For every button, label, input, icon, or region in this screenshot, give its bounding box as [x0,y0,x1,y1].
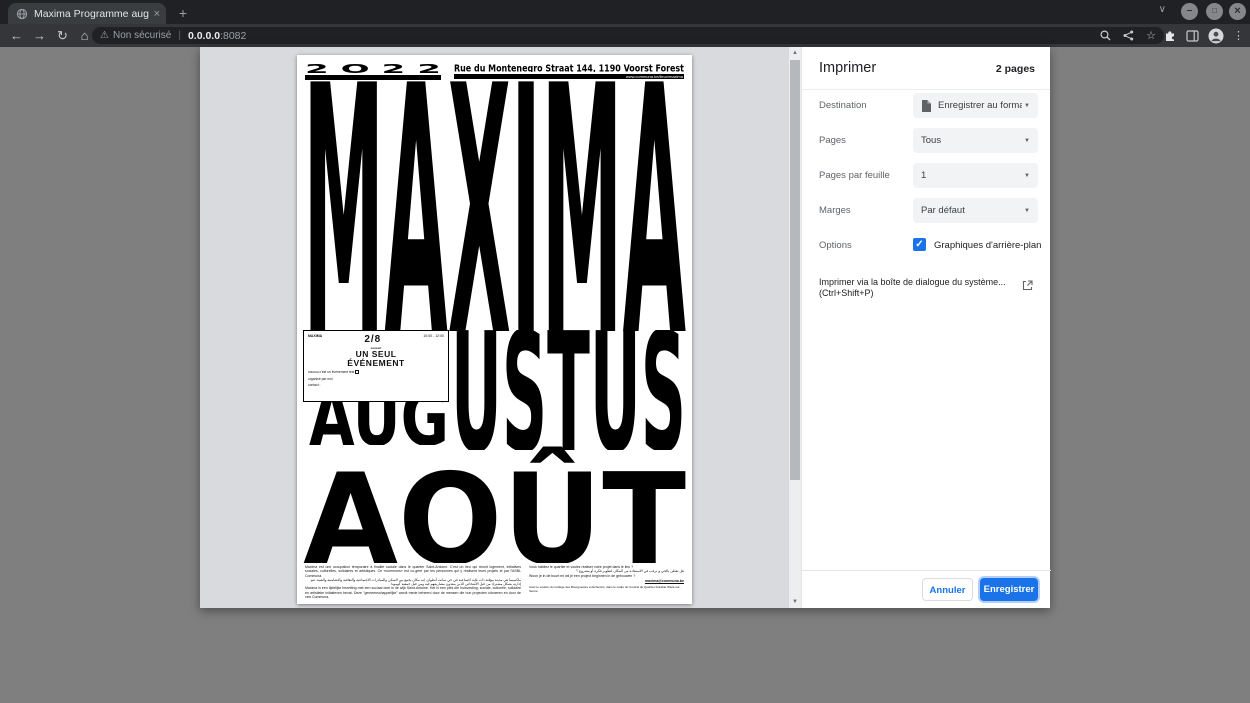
dialog-footer: Annuler Enregistrer [802,570,1051,608]
footer-ar: ماكسيما هي مدينة مؤقتة ذات غاية اجتماعية… [305,578,521,587]
destination-value: Enregistrer au format PDF [938,100,1022,111]
scrollbar-up-icon[interactable]: ▲ [789,50,801,56]
background-graphics-label: Graphiques d'arrière-plan [934,240,1041,251]
pages-dropdown[interactable]: Tous ▼ [913,128,1038,153]
print-preview-page: 2 O 2 2 Rue du Montenegro Straat 144, 11… [297,55,692,604]
svg-text:2 O 2 2: 2 O 2 2 [305,64,441,73]
window-maximize-button[interactable]: □ [1206,3,1223,20]
security-label: Non sécurisé [113,30,171,41]
share-icon[interactable] [1123,30,1134,41]
margins-label: Marges [819,205,851,216]
window-minimize-button[interactable]: – [1181,3,1198,20]
event-date: 2/8 [364,334,381,345]
save-button[interactable]: Enregistrer [980,578,1038,601]
address-bar[interactable]: ⚠ Non sécurisé | 0.0.0.0 :8082 ☆ [92,27,1164,44]
event-title-line2: ÉVÉNEMENT [308,359,444,368]
profile-avatar[interactable] [1208,28,1224,44]
pages-per-sheet-value: 1 [921,170,926,181]
new-tab-button[interactable]: + [174,4,192,22]
pages-per-sheet-dropdown[interactable]: 1 ▼ [913,163,1038,188]
extensions-puzzle-icon[interactable] [1164,29,1177,42]
system-print-dialog-link[interactable]: Imprimer via la boîte de dialogue du sys… [819,277,1019,299]
event-contact: contact : [308,383,444,387]
back-icon[interactable]: ← [8,27,25,44]
tab-search-chevron-icon[interactable]: ∨ [1159,4,1166,15]
destination-dropdown[interactable]: Enregistrer au format PDF ▼ [913,93,1038,118]
pages-caret-icon: ▼ [1024,138,1030,144]
poster-footer: Maxima est une occupation temporaire à f… [305,565,684,599]
print-dialog: 2 O 2 2 Rue du Montenegro Straat 144, 11… [200,47,1050,608]
footer-right-nl: Woon je in de buurt en wil je een projec… [529,574,684,578]
poster-word-ustus: USTUS [451,330,686,450]
home-icon[interactable]: ⌂ [76,27,93,44]
scrollbar-down-icon[interactable]: ▼ [789,599,801,605]
tab-close-icon[interactable]: × [154,8,160,20]
menu-kebab-icon[interactable]: ⋮ [1233,29,1244,42]
poster-rule-left [305,75,441,80]
pdf-file-icon [921,100,931,112]
footer-email: maxima@communa.be [529,579,684,583]
footer-credit: Avec le soutien du Collège des Bourgmest… [529,585,684,594]
poster-middle: USTUS AUG AOÛT MAXIMA 2/8 10:00 - 12:00 … [303,330,686,565]
footer-nl: Maxima is een tijdelijke bezetting met e… [305,586,521,599]
reload-icon[interactable]: ↻ [54,27,71,44]
svg-text:MAXIMA: MAXIMA [303,81,686,331]
preview-scrollbar[interactable]: ▲ ▼ [789,47,801,608]
margins-dropdown[interactable]: Par défaut ▼ [913,198,1038,223]
svg-text:USTUS: USTUS [451,330,686,450]
tab-bar: Maxima Programme aug × + ∨ – □ × [0,0,1250,24]
tab-title: Maxima Programme aug [34,8,150,20]
poster-url: www.communa.be/lieux/maxima [626,74,683,79]
url-host: 0.0.0.0 [188,30,220,42]
destination-caret-icon: ▼ [1024,103,1030,109]
url-port: :8082 [220,30,246,42]
poster-title-maxima: MAXIMA [303,81,686,331]
cancel-button[interactable]: Annuler [922,578,973,601]
pages-per-sheet-label: Pages par feuille [819,170,890,181]
attachment-icon [355,370,359,374]
window-close-button[interactable]: × [1229,3,1246,20]
event-time: 10:00 - 12:00 [423,334,444,338]
poster-header: 2 O 2 2 Rue du Montenegro Straat 144, 11… [305,64,684,80]
poster-year: 2 O 2 2 [305,64,441,73]
browser-toolbar: ← → ↻ ⌂ ⚠ Non sécurisé | 0.0.0.0 :8082 ☆ [0,24,1250,47]
options-label: Options [819,240,852,251]
poster-address: Rue du Montenegro Straat 144, 1190 Voors… [454,64,684,72]
pages-label: Pages [819,135,846,146]
print-settings-panel: Imprimer 2 pages Destination Enregistrer… [801,47,1050,608]
margins-caret-icon: ▼ [1024,208,1030,214]
scrollbar-thumb[interactable] [790,60,800,480]
poster-word-aout: AOÛT [303,445,686,563]
poster-rule-right: www.communa.be/lieux/maxima [454,74,684,79]
event-desc: coucou c'est un événement test [308,370,354,374]
address-divider: | [178,30,181,41]
external-link-icon [1022,280,1033,291]
svg-text:AOÛT: AOÛT [303,447,686,563]
checkmark-icon: ✓ [915,239,923,250]
pages-value: Tous [921,135,941,146]
dialog-title: Imprimer [819,60,876,76]
event-card: MAXIMA 2/8 10:00 - 12:00 concert UN SEUL… [303,330,449,402]
bookmark-star-icon[interactable]: ☆ [1146,29,1156,42]
background-graphics-checkbox[interactable]: ✓ [913,238,926,251]
page-count-badge: 2 pages [996,63,1035,75]
not-secure-warning-icon: ⚠ [100,30,109,41]
event-org: MAXIMA [308,334,322,338]
pages-per-sheet-caret-icon: ▼ [1024,173,1030,179]
forward-icon[interactable]: → [31,27,48,44]
print-preview-pane: 2 O 2 2 Rue du Montenegro Straat 144, 11… [200,47,801,608]
zoom-icon[interactable] [1100,30,1111,41]
event-organizer: organisé par moi [308,377,444,381]
side-panel-icon[interactable] [1186,30,1199,42]
globe-icon [16,8,28,20]
margins-value: Par défaut [921,205,965,216]
footer-fr: Maxima est une occupation temporaire à f… [305,565,521,578]
browser-tab[interactable]: Maxima Programme aug × [8,3,166,24]
svg-text:Rue du Montenegro Straat 144,: Rue du Montenegro Straat 144, 1190 Voors… [454,64,684,72]
destination-label: Destination [819,100,867,111]
